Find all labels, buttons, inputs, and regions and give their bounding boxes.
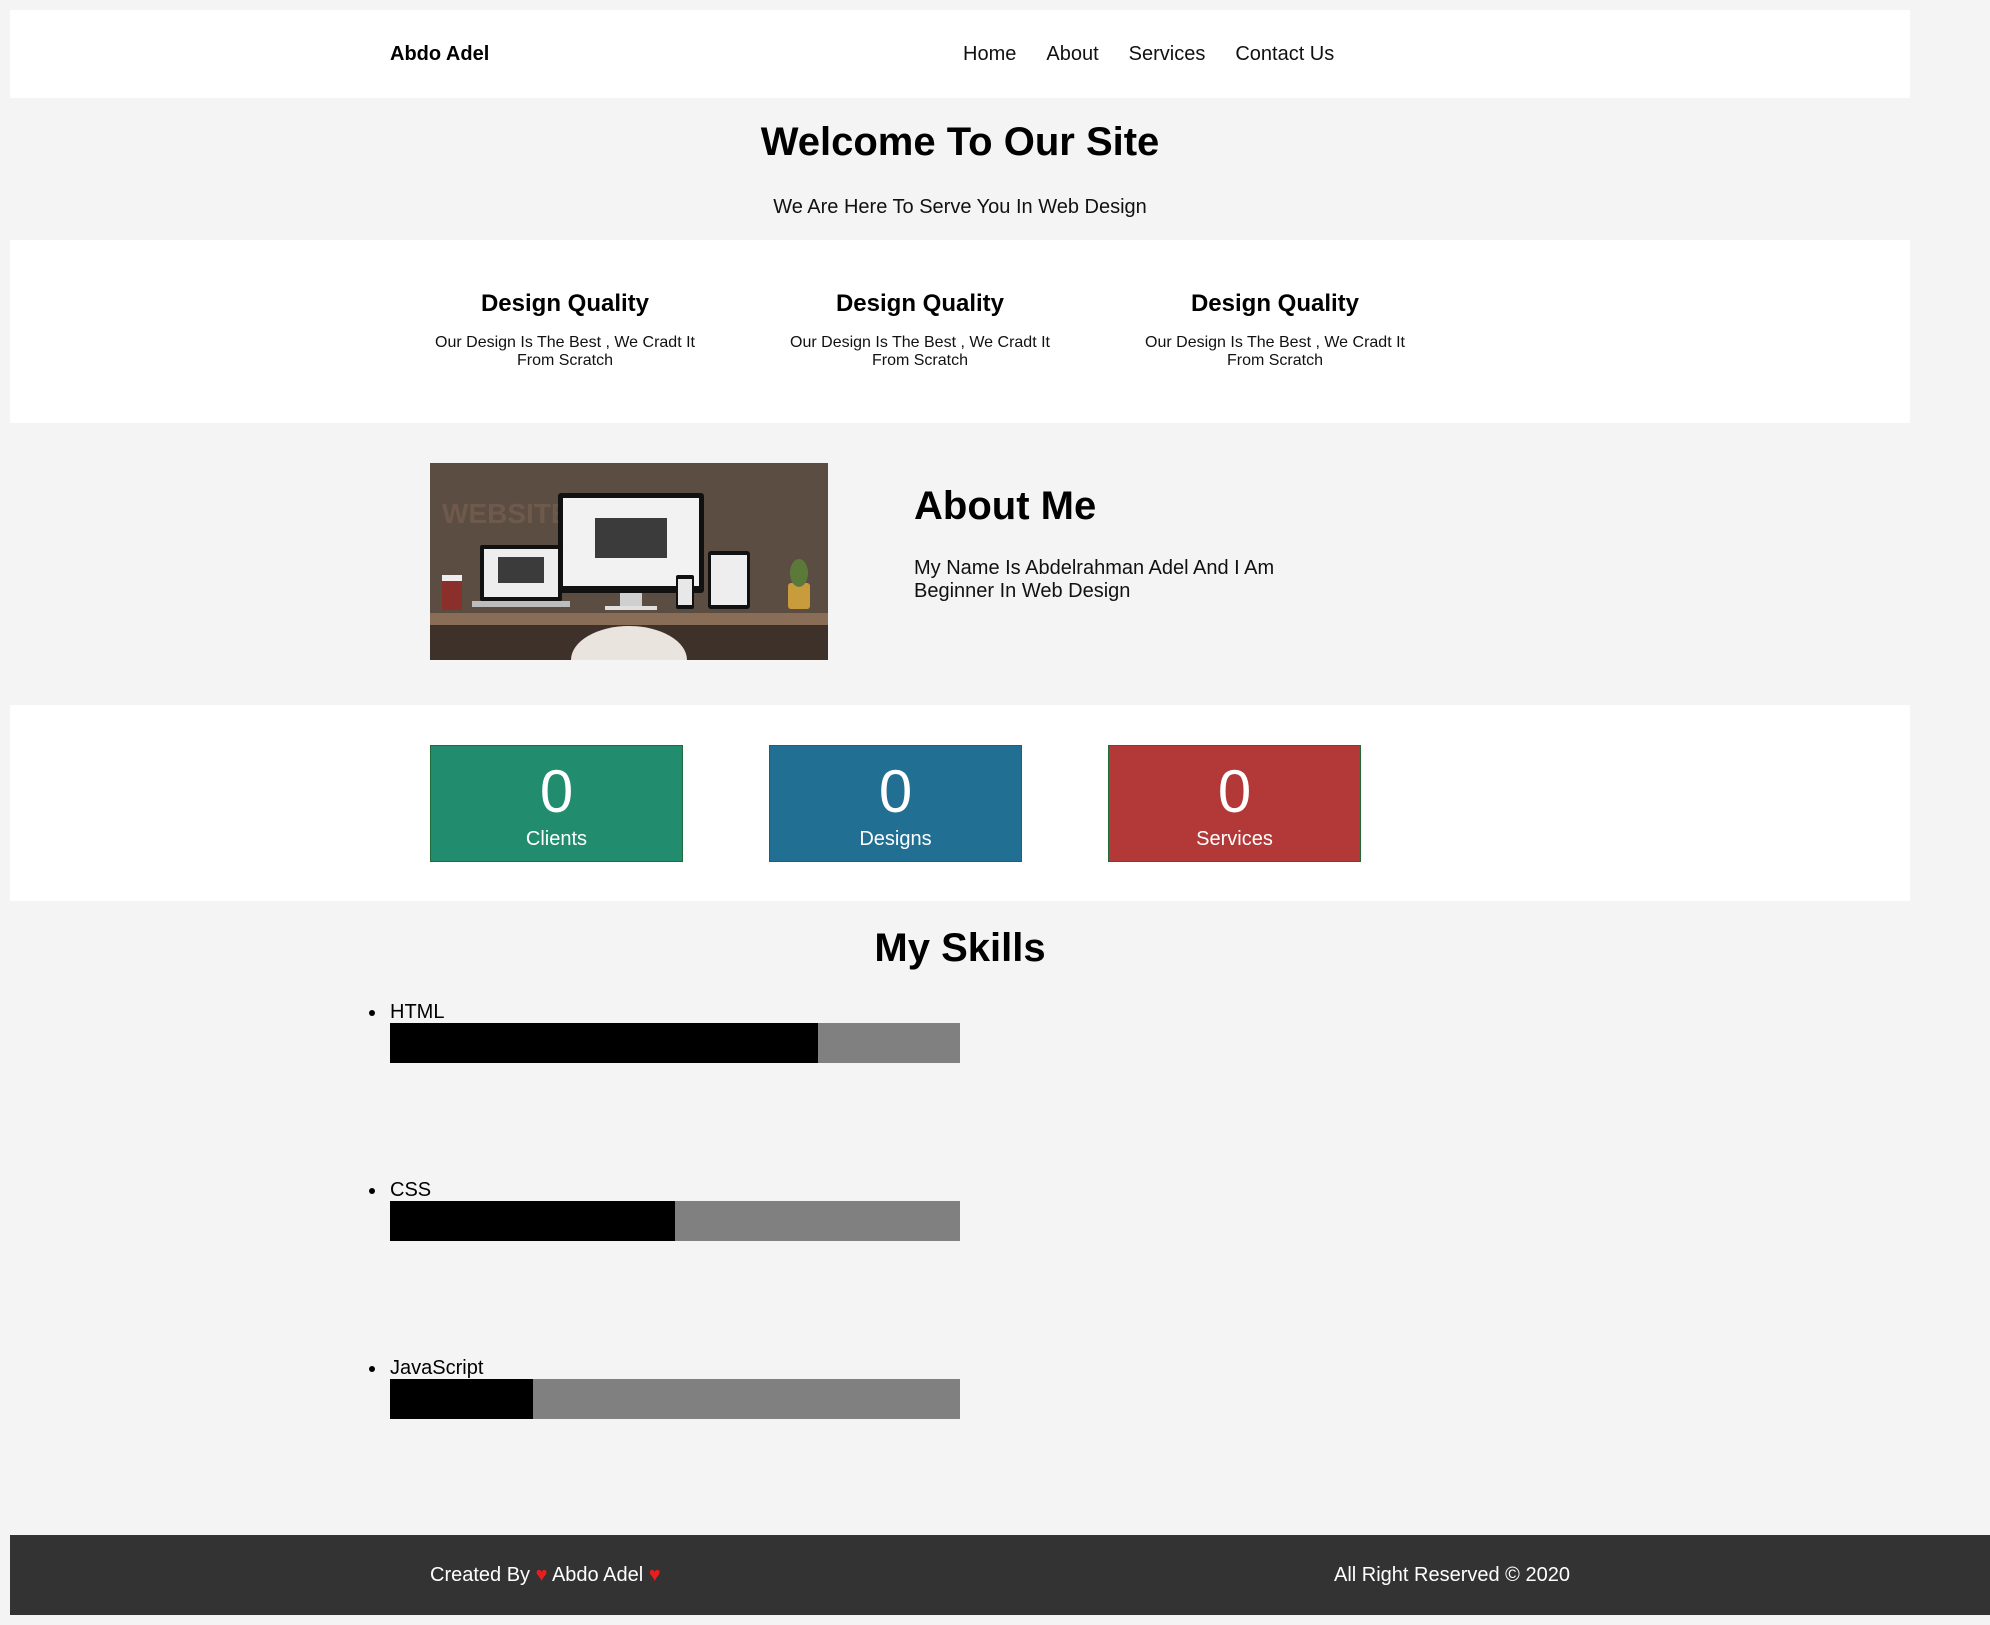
main-nav: Home About Services Contact Us: [963, 10, 1364, 98]
stats-section: 0 Clients 0 Designs 0 Services: [10, 705, 1910, 901]
heart-icon: ♥: [535, 1564, 548, 1586]
features-section: Design Quality Our Design Is The Best , …: [10, 240, 1910, 423]
skill-name: CSS: [390, 1179, 432, 1201]
skill-progress-bar: [390, 1201, 960, 1241]
skill-progress-fill: [390, 1201, 675, 1241]
feature-title: Design Quality: [480, 290, 650, 317]
bullet-icon: [369, 1188, 375, 1194]
skill-item-css: CSS: [360, 1179, 960, 1241]
stat-value: 0: [878, 758, 913, 825]
site-logo[interactable]: Abdo Adel: [390, 10, 489, 98]
hero-title: Welcome To Our Site: [760, 120, 1160, 164]
stat-card-services: 0 Services: [1108, 745, 1361, 862]
image-watermark-text: WEBSITE: [442, 498, 570, 529]
skill-progress-fill: [390, 1023, 818, 1063]
stat-value: 0: [1217, 758, 1252, 825]
footer-author: Abdo Adel: [551, 1564, 644, 1586]
footer-created-by: Created By: [430, 1564, 531, 1586]
stat-label: Clients: [525, 828, 588, 850]
devices-illustration: WEBSITE: [430, 463, 828, 660]
stat-label: Designs: [859, 828, 932, 850]
feature-card: Design Quality Our Design Is The Best , …: [785, 290, 1055, 370]
skill-item-html: HTML: [360, 1001, 960, 1063]
skill-progress-bar: [390, 1379, 960, 1419]
feature-title: Design Quality: [835, 290, 1005, 317]
about-image: WEBSITE: [430, 463, 828, 660]
feature-card: Design Quality Our Design Is The Best , …: [430, 290, 700, 370]
about-title: About Me: [914, 484, 1097, 528]
heart-icon: ♥: [648, 1564, 661, 1586]
site-header: Abdo Adel Home About Services Contact Us: [10, 10, 1910, 98]
site-footer: Created By ♥ Abdo Adel ♥ All Right Reser…: [10, 1535, 1990, 1615]
feature-title: Design Quality: [1190, 290, 1360, 317]
feature-text: Our Design Is The Best , We Cradt It Fro…: [1145, 334, 1405, 369]
feature-text: Our Design Is The Best , We Cradt It Fro…: [790, 334, 1050, 369]
nav-contact-link[interactable]: Contact Us: [1235, 43, 1334, 66]
skill-name: JavaScript: [390, 1357, 484, 1379]
stat-value: 0: [539, 758, 574, 825]
bullet-icon: [369, 1366, 375, 1372]
footer-rights: All Right Reserved © 2020: [1334, 1564, 1570, 1586]
skills-title: My Skills: [874, 926, 1046, 970]
feature-card: Design Quality Our Design Is The Best , …: [1140, 290, 1410, 370]
skill-progress-fill: [390, 1379, 533, 1419]
nav-services-link[interactable]: Services: [1129, 43, 1206, 66]
about-text: My Name Is Abdelrahman Adel And I Am Beg…: [914, 557, 1275, 602]
hero-subtitle: We Are Here To Serve You In Web Design: [773, 196, 1147, 218]
nav-home-link[interactable]: Home: [963, 43, 1016, 66]
skill-progress-bar: [390, 1023, 960, 1063]
stat-label: Services: [1196, 828, 1273, 850]
skill-item-javascript: JavaScript: [360, 1357, 960, 1419]
footer-credit: Created By ♥ Abdo Adel ♥: [430, 1535, 661, 1615]
bullet-icon: [369, 1010, 375, 1016]
stat-card-designs: 0 Designs: [769, 745, 1022, 862]
stat-card-clients: 0 Clients: [430, 745, 683, 862]
skill-name: HTML: [390, 1001, 445, 1023]
nav-about-link[interactable]: About: [1046, 43, 1098, 66]
feature-text: Our Design Is The Best , We Cradt It Fro…: [435, 334, 695, 369]
